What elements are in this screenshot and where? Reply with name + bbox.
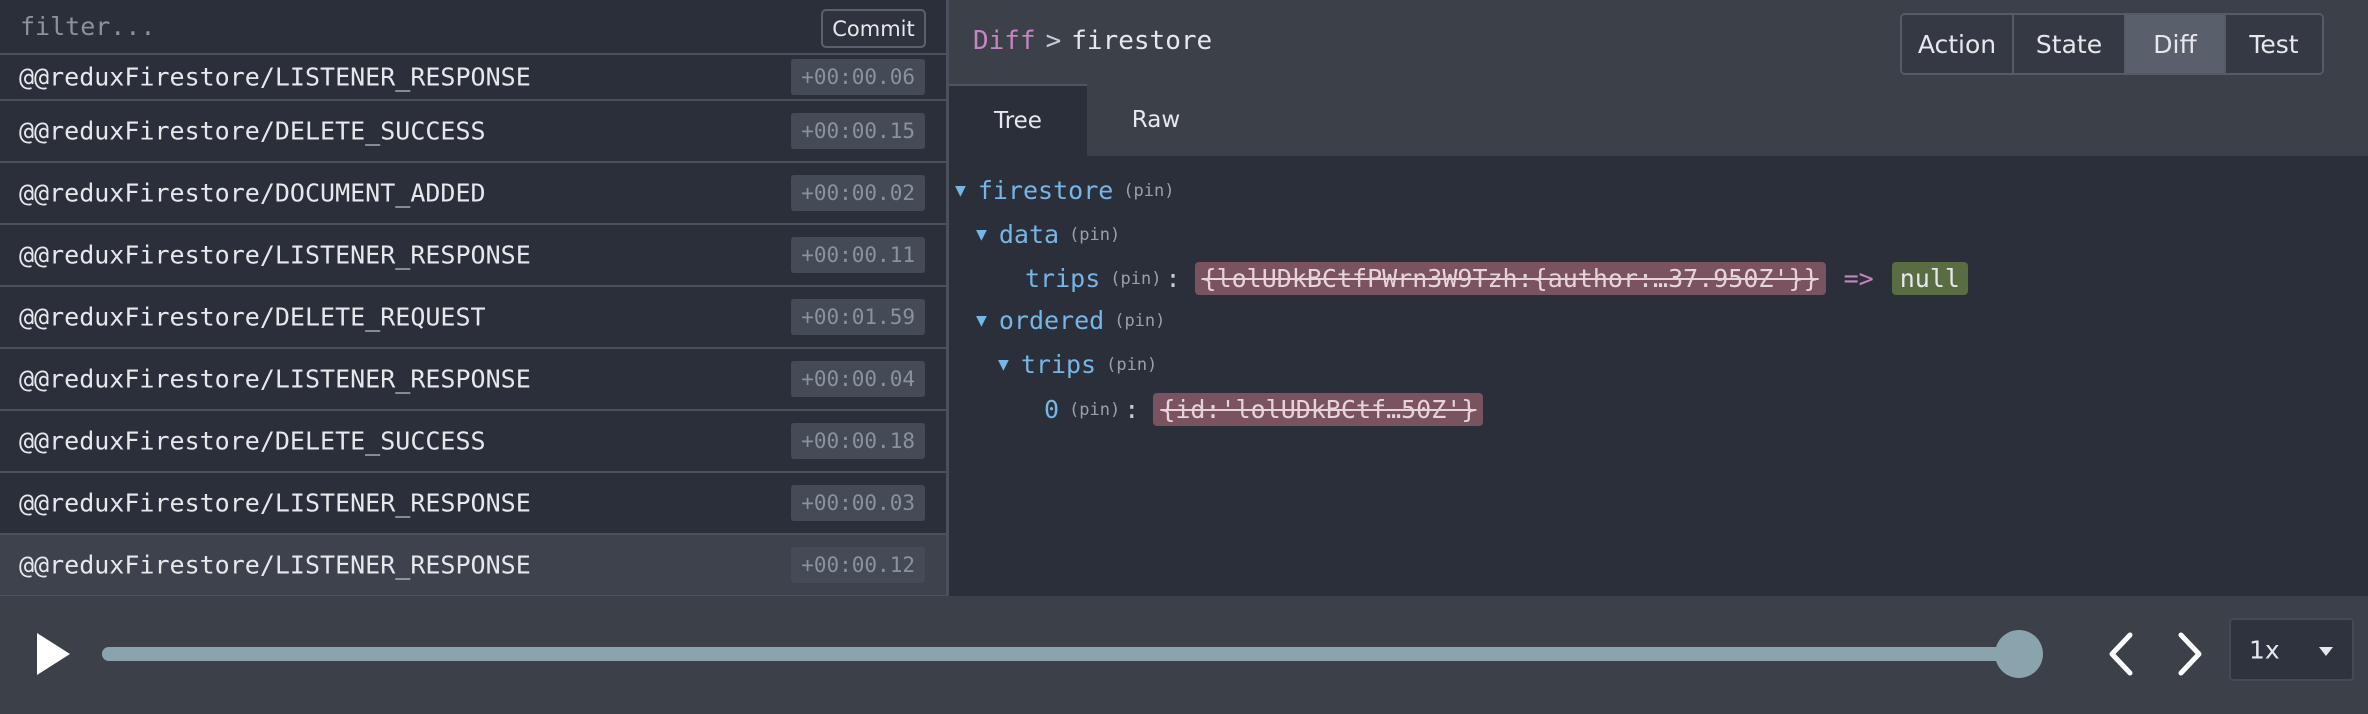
action-name: @@reduxFirestore/DELETE_SUCCESS	[19, 116, 486, 146]
action-list: @@reduxFirestore/LISTENER_RESPONSE +00:00…	[0, 55, 946, 596]
tree-node-firestore[interactable]: ▼ firestore (pin)	[955, 176, 1175, 205]
action-list-pane: Commit @@reduxFirestore/LISTENER_RESPONS…	[0, 0, 949, 596]
subtab-tree[interactable]: Tree	[949, 84, 1087, 156]
action-time-badge: +00:00.15	[791, 113, 925, 149]
slider-fill	[102, 647, 2019, 661]
action-list-item[interactable]: @@reduxFirestore/LISTENER_RESPONSE +00:00…	[0, 349, 946, 411]
action-name: @@reduxFirestore/LISTENER_RESPONSE	[19, 550, 531, 580]
pin-link[interactable]: (pin)	[1069, 225, 1120, 245]
inspector-header: Diff > firestore Action State Diff Test	[949, 0, 2368, 84]
colon: :	[1124, 395, 1140, 424]
tab-state[interactable]: State	[2014, 15, 2126, 73]
tree-node-ordered-trips[interactable]: ▼ trips (pin)	[998, 350, 1157, 379]
action-time-badge: +00:00.18	[791, 423, 925, 459]
pin-link[interactable]: (pin)	[1106, 355, 1157, 375]
tree-node-trips: trips (pin) : {lolUDkBCtfPWrn3W9Tzh:{aut…	[1025, 262, 1968, 295]
action-list-item[interactable]: @@reduxFirestore/DOCUMENT_ADDED +00:00.02	[0, 163, 946, 225]
action-time-badge: +00:00.06	[791, 59, 925, 95]
expand-arrow-icon[interactable]: ▼	[976, 224, 987, 245]
tree-node-data[interactable]: ▼ data (pin)	[976, 220, 1120, 249]
tree-key: data	[998, 220, 1060, 249]
action-list-item[interactable]: @@reduxFirestore/DELETE_REQUEST +00:01.59	[0, 287, 946, 349]
action-list-item[interactable]: @@reduxFirestore/LISTENER_RESPONSE +00:00…	[0, 535, 946, 596]
pin-link[interactable]: (pin)	[1114, 311, 1165, 331]
diff-arrow: =>	[1843, 264, 1874, 293]
action-time-badge: +00:00.12	[791, 547, 925, 583]
pin-link[interactable]: (pin)	[1069, 400, 1120, 420]
play-icon[interactable]	[33, 630, 73, 678]
tree-node-index-0: 0 (pin) : {id:'lolUDkBCtf…50Z'}	[1044, 393, 1484, 426]
action-list-item[interactable]: @@reduxFirestore/LISTENER_RESPONSE +00:00…	[0, 473, 946, 535]
playback-bar: 1x	[0, 596, 2368, 714]
tree-node-ordered[interactable]: ▼ ordered (pin)	[976, 306, 1165, 335]
action-time-badge: +00:00.11	[791, 237, 925, 273]
tab-diff[interactable]: Diff	[2126, 15, 2226, 73]
action-list-item[interactable]: @@reduxFirestore/DELETE_SUCCESS +00:00.18	[0, 411, 946, 473]
action-name: @@reduxFirestore/DELETE_SUCCESS	[19, 426, 486, 456]
filter-input[interactable]	[0, 0, 800, 53]
diff-tree: ▼ firestore (pin) ▼ data (pin) trips (pi…	[949, 156, 2368, 596]
slider-thumb[interactable]	[1994, 630, 2043, 678]
breadcrumb-current: firestore	[1071, 26, 1213, 56]
action-time-badge: +00:00.02	[791, 175, 925, 211]
action-time-badge: +00:01.59	[791, 299, 925, 335]
chevron-right-icon[interactable]	[2175, 629, 2207, 679]
view-subtabs: Tree Raw	[949, 84, 2368, 157]
speed-select[interactable]: 1x	[2229, 618, 2354, 681]
added-value: null	[1891, 262, 1968, 295]
speed-value: 1x	[2249, 635, 2280, 664]
inspector-pane: Diff > firestore Action State Diff Test Tr…	[949, 0, 2368, 596]
chevron-down-icon	[2319, 647, 2333, 656]
colon: :	[1165, 264, 1181, 293]
action-list-item[interactable]: @@reduxFirestore/LISTENER_RESPONSE +00:00…	[0, 55, 946, 101]
action-name: @@reduxFirestore/DOCUMENT_ADDED	[19, 178, 486, 208]
commit-button[interactable]: Commit	[821, 9, 926, 48]
action-name: @@reduxFirestore/LISTENER_RESPONSE	[19, 62, 531, 92]
action-list-item[interactable]: @@reduxFirestore/LISTENER_RESPONSE +00:00…	[0, 225, 946, 287]
action-list-item[interactable]: @@reduxFirestore/DELETE_SUCCESS +00:00.15	[0, 101, 946, 163]
action-name: @@reduxFirestore/LISTENER_RESPONSE	[19, 488, 531, 518]
tree-key: firestore	[977, 176, 1114, 205]
action-name: @@reduxFirestore/LISTENER_RESPONSE	[19, 364, 531, 394]
tree-key: ordered	[998, 306, 1105, 335]
tree-key: 0	[1044, 395, 1060, 424]
tree-key: trips	[1025, 264, 1101, 293]
action-name: @@reduxFirestore/DELETE_REQUEST	[19, 302, 486, 332]
tab-action[interactable]: Action	[1902, 15, 2014, 73]
expand-arrow-icon[interactable]: ▼	[998, 354, 1009, 375]
subtab-raw[interactable]: Raw	[1087, 84, 1225, 156]
breadcrumb-separator: >	[1045, 26, 1062, 56]
action-name: @@reduxFirestore/LISTENER_RESPONSE	[19, 240, 531, 270]
pin-link[interactable]: (pin)	[1123, 181, 1174, 201]
tree-key: trips	[1020, 350, 1097, 379]
mode-tabs: Action State Diff Test	[1900, 13, 2324, 75]
removed-value: {id:'lolUDkBCtf…50Z'}	[1153, 393, 1484, 426]
chevron-left-icon[interactable]	[2104, 629, 2136, 679]
action-time-badge: +00:00.03	[791, 485, 925, 521]
removed-value: {lolUDkBCtfPWrn3W9Tzh:{author:…37.950Z'}…	[1194, 262, 1826, 295]
filter-bar: Commit	[0, 0, 946, 55]
expand-arrow-icon[interactable]: ▼	[955, 180, 966, 201]
timeline-slider[interactable]	[102, 630, 2043, 678]
tab-test[interactable]: Test	[2226, 15, 2322, 73]
action-time-badge: +00:00.04	[791, 361, 925, 397]
expand-arrow-icon[interactable]: ▼	[976, 310, 987, 331]
pin-link[interactable]: (pin)	[1110, 269, 1161, 289]
breadcrumb: Diff > firestore	[973, 26, 1212, 56]
breadcrumb-section[interactable]: Diff	[973, 26, 1036, 56]
